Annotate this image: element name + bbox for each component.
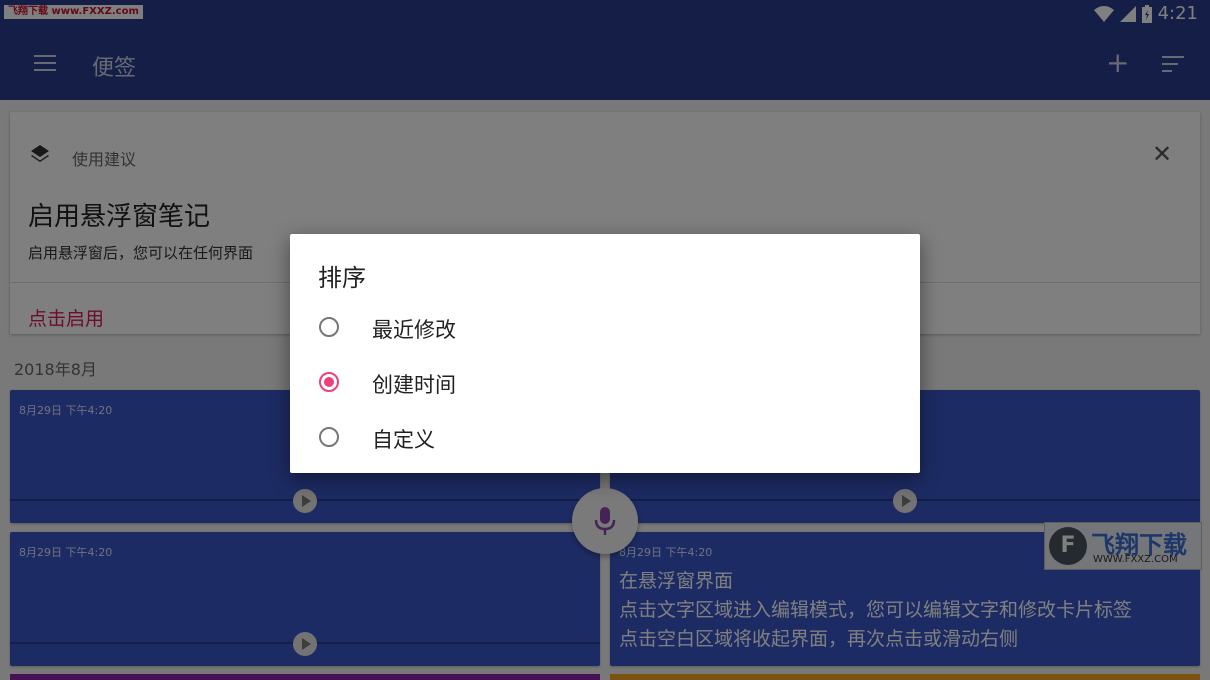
dialog-title: 排序 <box>318 264 366 292</box>
sort-option-created[interactable]: 创建时间 <box>290 356 920 411</box>
option-label: 最近修改 <box>372 318 456 342</box>
option-label: 自定义 <box>372 428 435 452</box>
sort-option-custom[interactable]: 自定义 <box>290 411 920 466</box>
radio-unchecked-icon[interactable] <box>319 427 339 447</box>
option-label: 创建时间 <box>372 373 456 397</box>
radio-unchecked-icon[interactable] <box>319 317 339 337</box>
radio-checked-icon[interactable] <box>319 372 339 392</box>
sort-dialog: 排序 最近修改 创建时间 自定义 <box>290 234 920 473</box>
sort-option-recent[interactable]: 最近修改 <box>290 301 920 356</box>
